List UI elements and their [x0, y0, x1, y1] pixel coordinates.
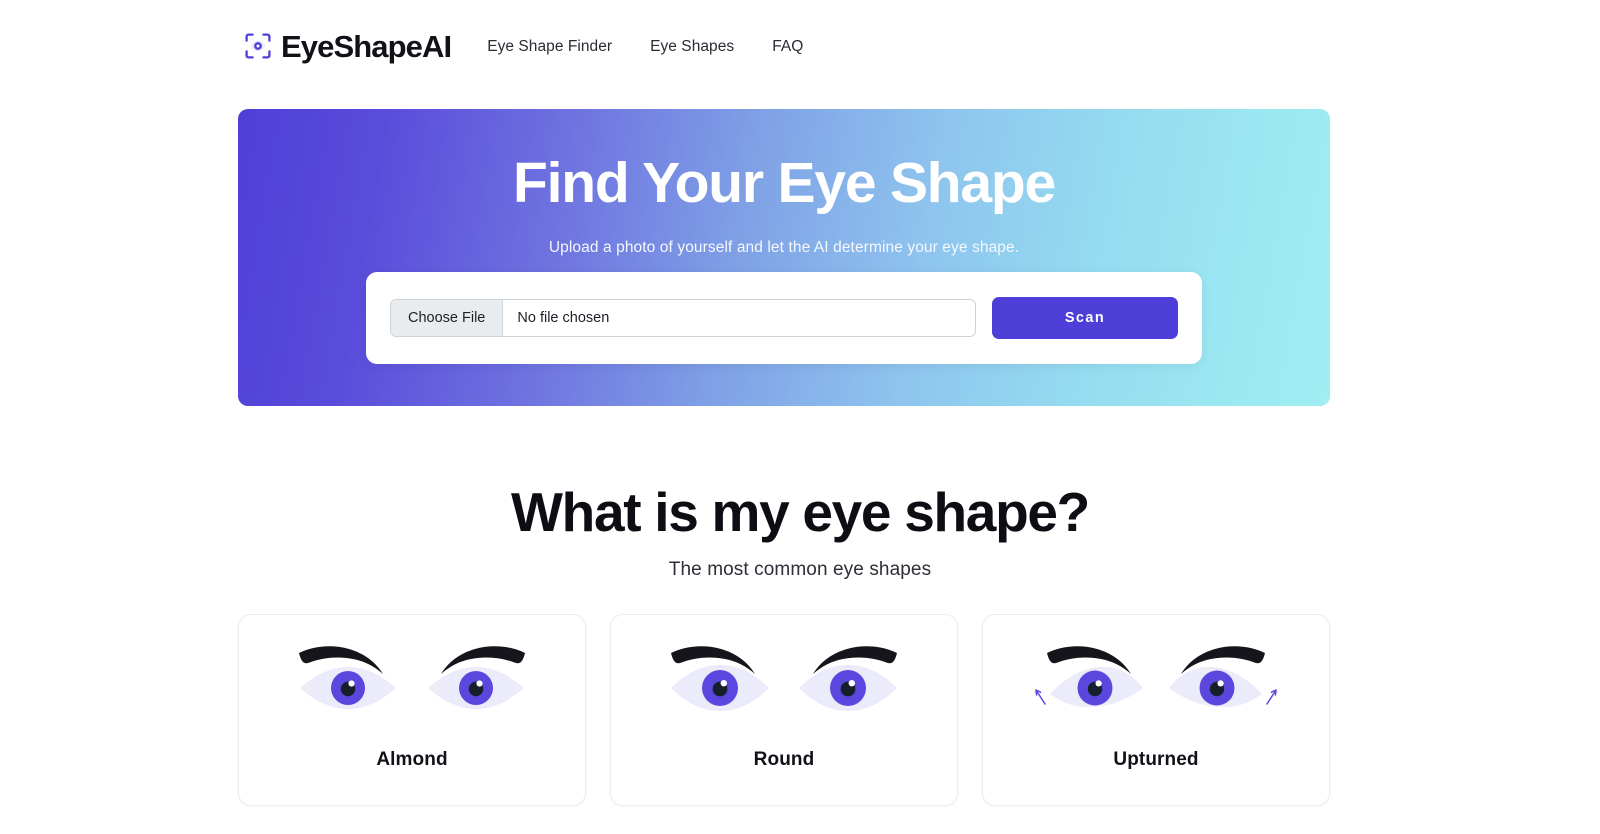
- section-subtitle: The most common eye shapes: [668, 558, 932, 580]
- upload-card: Choose File No file chosen Scan: [366, 272, 1202, 364]
- eye-shape-card-round[interactable]: Round: [610, 614, 958, 806]
- nav-item-eye-shape-finder[interactable]: Eye Shape Finder: [487, 38, 612, 56]
- primary-nav: Eye Shape Finder Eye Shapes FAQ: [487, 36, 803, 56]
- eye-scan-icon: [244, 32, 272, 60]
- eye-shape-card-almond[interactable]: Almond: [238, 614, 586, 806]
- upturn-arrow-right: [1266, 689, 1277, 705]
- hero-subtitle: Upload a photo of yourself and let the A…: [548, 238, 1020, 256]
- hero-title: Find Your Eye Shape: [512, 151, 1056, 215]
- section-title: What is my eye shape?: [511, 481, 1090, 543]
- eye-shape-label-almond: Almond: [376, 749, 448, 770]
- round-eyes-illustration: [659, 633, 909, 719]
- eye-shape-card-list: Almond Round Upturned: [238, 614, 1330, 806]
- eye-shape-label-upturned: Upturned: [1113, 749, 1199, 770]
- file-input-group[interactable]: Choose File No file chosen: [390, 299, 976, 337]
- eye-shape-card-upturned[interactable]: Upturned: [982, 614, 1330, 806]
- site-header: EyeShapeAI Eye Shape Finder Eye Shapes F…: [0, 0, 1600, 92]
- page-root: EyeShapeAI Eye Shape Finder Eye Shapes F…: [0, 0, 1600, 834]
- brand-name: EyeShapeAI: [281, 28, 452, 64]
- scan-button[interactable]: Scan: [992, 297, 1178, 339]
- brand-logo-link[interactable]: EyeShapeAI: [244, 28, 452, 64]
- almond-eyes-illustration: [287, 633, 537, 719]
- file-name-display[interactable]: No file chosen: [503, 300, 975, 336]
- upturned-eyes-illustration: [1031, 633, 1281, 719]
- eye-shape-label-round: Round: [753, 749, 815, 770]
- nav-item-faq[interactable]: FAQ: [772, 38, 803, 56]
- choose-file-button[interactable]: Choose File: [391, 300, 504, 336]
- section-header: What is my eye shape? The most common ey…: [0, 482, 1600, 581]
- nav-item-eye-shapes[interactable]: Eye Shapes: [650, 38, 734, 56]
- upturn-arrow-left: [1035, 689, 1046, 705]
